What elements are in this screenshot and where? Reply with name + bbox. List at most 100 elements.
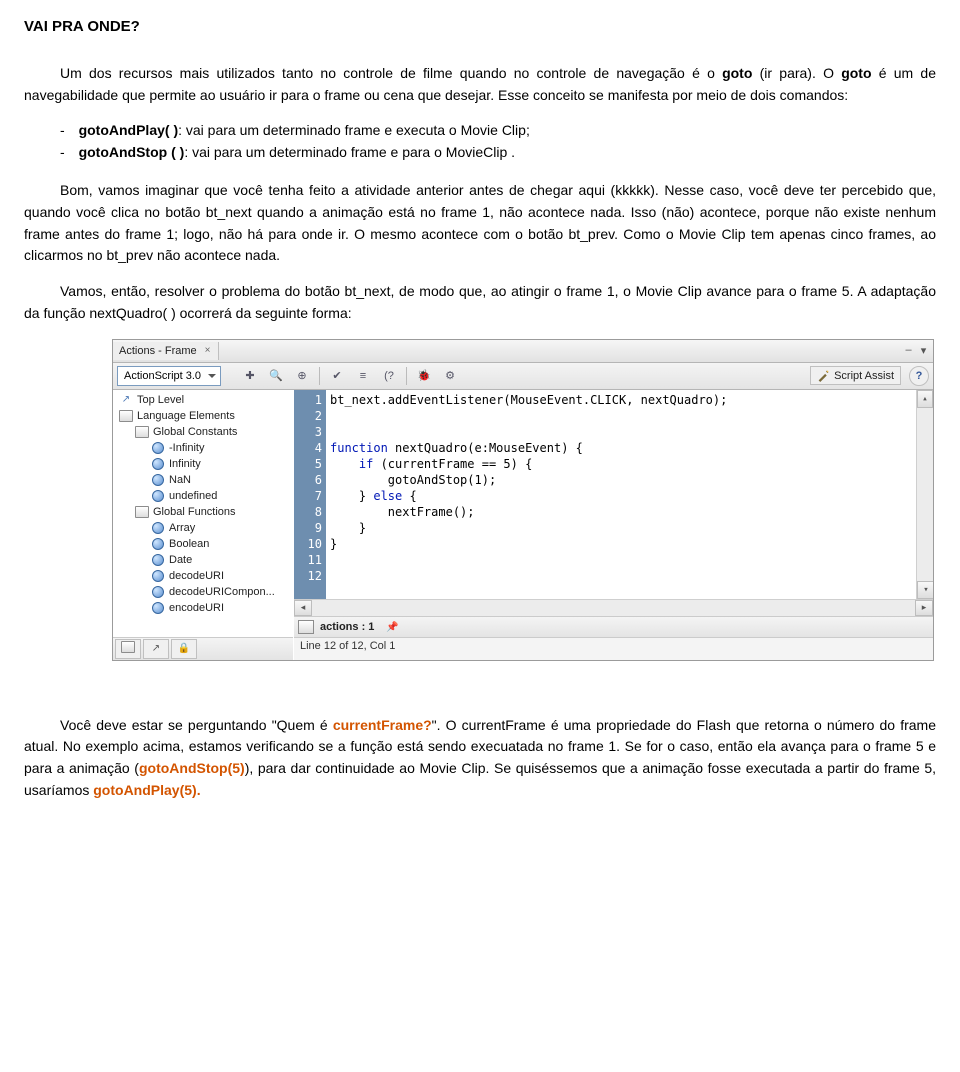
command-list: gotoAndPlay( ): vai para um determinado … <box>24 122 936 160</box>
circle-icon <box>151 521 165 535</box>
nav-item-label: Array <box>169 522 195 534</box>
script-icon <box>298 620 314 634</box>
nav-item-label: -Infinity <box>169 442 204 454</box>
scroll-left-icon[interactable]: ◂ <box>294 600 312 616</box>
check-icon[interactable]: ✔ <box>326 365 348 387</box>
debug-icon[interactable]: 🐞 <box>413 365 435 387</box>
circle-icon <box>151 441 165 455</box>
nav-item[interactable]: decodeURI <box>113 568 293 584</box>
circle-icon <box>151 601 165 615</box>
nav-bottom-bar: ↗ 🔒 <box>113 637 293 660</box>
book-icon <box>119 409 133 423</box>
panel-toolbar: ActionScript 3.0 ✚ 🔍 ⊕ ✔ ≡ (? 🐞 ⚙ Script… <box>113 363 933 390</box>
circle-icon <box>151 489 165 503</box>
book-icon <box>135 505 149 519</box>
nav-item[interactable]: Boolean <box>113 536 293 552</box>
nav-lock-icon[interactable]: 🔒 <box>171 639 197 659</box>
nav-item[interactable]: Infinity <box>113 456 293 472</box>
circle-icon <box>151 553 165 567</box>
list-item: gotoAndStop ( ): vai para um determinado… <box>80 144 936 160</box>
nav-item-label: Global Constants <box>153 426 237 438</box>
add-icon[interactable]: ✚ <box>239 365 261 387</box>
text-bold: gotoAndStop ( ) <box>79 144 185 160</box>
text: Você deve estar se perguntando "Quem é <box>60 717 333 733</box>
paragraph-2: Bom, vamos imaginar que você tenha feito… <box>24 180 936 267</box>
nav-item-label: Language Elements <box>137 410 235 422</box>
nav-item[interactable]: Top Level <box>113 392 293 408</box>
paragraph-1: Um dos recursos mais utilizados tanto no… <box>24 63 936 106</box>
circle-icon <box>151 569 165 583</box>
paragraph-3: Vamos, então, resolver o problema do bot… <box>24 281 936 324</box>
nav-item-label: NaN <box>169 474 191 486</box>
script-path-label: actions : 1 <box>320 621 374 633</box>
book-icon <box>135 425 149 439</box>
nav-item-label: decodeURI <box>169 570 224 582</box>
list-item: gotoAndPlay( ): vai para um determinado … <box>80 122 936 138</box>
horizontal-scrollbar[interactable]: ◂ ▸ <box>294 599 933 616</box>
panel-menu-icon[interactable]: ▾ <box>918 344 929 357</box>
vertical-scrollbar[interactable]: ▴ ▾ <box>916 390 933 599</box>
nav-item[interactable]: Global Constants <box>113 424 293 440</box>
close-icon[interactable]: × <box>205 345 211 356</box>
text-bold: goto <box>841 65 871 81</box>
script-assist-label: Script Assist <box>834 370 894 382</box>
scroll-right-icon[interactable]: ▸ <box>915 600 933 616</box>
language-select[interactable]: ActionScript 3.0 <box>117 366 221 386</box>
wand-icon <box>817 369 830 382</box>
text: : vai para um determinado frame e para o… <box>184 144 515 160</box>
doc-heading: VAI PRA ONDE? <box>24 18 936 35</box>
nav-item-label: Infinity <box>169 458 201 470</box>
panel-tab-actions[interactable]: Actions - Frame × <box>113 342 219 360</box>
nav-item[interactable]: undefined <box>113 488 293 504</box>
format-icon[interactable]: ≡ <box>352 365 374 387</box>
paragraph-4: Você deve estar se perguntando "Quem é c… <box>24 715 936 802</box>
text-highlight: currentFrame? <box>333 717 432 733</box>
text-bold: goto <box>722 65 752 81</box>
text-bold: gotoAndPlay( ) <box>79 122 179 138</box>
panel-tabbar: Actions - Frame × – ▾ <box>113 340 933 363</box>
nav-item[interactable]: Global Functions <box>113 504 293 520</box>
actions-panel: Actions - Frame × – ▾ ActionScript 3.0 ✚… <box>112 339 934 661</box>
nav-item[interactable]: Language Elements <box>113 408 293 424</box>
text-highlight: gotoAndStop(5) <box>139 760 245 776</box>
nav-item[interactable]: Array <box>113 520 293 536</box>
nav-item[interactable]: decodeURICompon... <box>113 584 293 600</box>
options-icon[interactable]: ⚙ <box>439 365 461 387</box>
tab-label: Actions - Frame <box>119 345 197 357</box>
nav-expand-icon[interactable]: ↗ <box>143 639 169 659</box>
scroll-up-icon[interactable]: ▴ <box>917 390 933 408</box>
nav-tree[interactable]: Top Level Language Elements Global Constan… <box>113 390 294 637</box>
nav-item[interactable]: encodeURI <box>113 600 293 616</box>
text-highlight: gotoAndPlay(5). <box>93 782 200 798</box>
nav-item-label: Global Functions <box>153 506 236 518</box>
nav-book-icon[interactable] <box>115 639 141 659</box>
nav-item-label: encodeURI <box>169 602 224 614</box>
nav-item-label: Date <box>169 554 192 566</box>
hint-icon[interactable]: (? <box>378 365 400 387</box>
code-area[interactable]: bt_next.addEventListener(MouseEvent.CLIC… <box>326 390 916 599</box>
nav-item-label: decodeURICompon... <box>169 586 275 598</box>
script-assist-button[interactable]: Script Assist <box>810 366 901 385</box>
script-path-bar: actions : 1 <box>294 616 933 637</box>
code-editor[interactable]: 123456789101112 bt_next.addEventListener… <box>293 390 933 660</box>
target-icon[interactable]: ⊕ <box>291 365 313 387</box>
circle-icon <box>151 537 165 551</box>
nav-item[interactable]: NaN <box>113 472 293 488</box>
panel-underscore-icon[interactable]: – <box>903 344 914 357</box>
nav-item-label: Boolean <box>169 538 209 550</box>
text: (ir para). O <box>752 65 841 81</box>
nav-item[interactable]: Date <box>113 552 293 568</box>
nav-item[interactable]: -Infinity <box>113 440 293 456</box>
circle-icon <box>151 585 165 599</box>
nav-item-label: undefined <box>169 490 217 502</box>
scroll-down-icon[interactable]: ▾ <box>917 581 933 599</box>
pin-icon[interactable] <box>386 621 398 633</box>
help-icon[interactable]: ? <box>909 366 929 386</box>
line-gutter: 123456789101112 <box>294 390 326 599</box>
circle-icon <box>151 457 165 471</box>
expand-icon <box>119 393 133 407</box>
text: : vai para um determinado frame e execut… <box>178 122 530 138</box>
nav-item-label: Top Level <box>137 394 184 406</box>
circle-icon <box>151 473 165 487</box>
find-icon[interactable]: 🔍 <box>265 365 287 387</box>
